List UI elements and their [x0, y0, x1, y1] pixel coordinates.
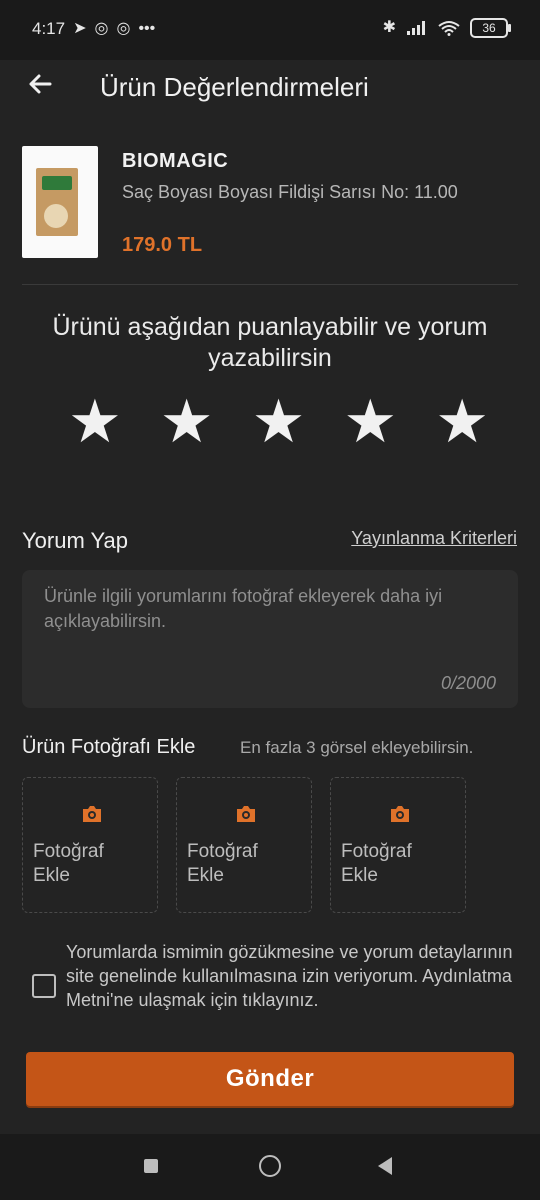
recent-apps-icon[interactable]: [144, 1159, 158, 1173]
camera-icon: [391, 806, 409, 822]
nav-back-icon[interactable]: [378, 1157, 392, 1175]
product-image: [22, 146, 98, 258]
home-icon[interactable]: [259, 1155, 281, 1177]
photo-slots: Fotoğraf Ekle Fotoğraf Ekle Fotoğraf Ekl…: [22, 777, 466, 913]
star-4-icon[interactable]: ★: [343, 392, 397, 452]
bluetooth-icon: ✱: [382, 19, 396, 36]
add-photo-button[interactable]: Fotoğraf Ekle: [330, 777, 466, 913]
camera-icon: [237, 806, 255, 822]
camera-icon: [83, 806, 101, 822]
wifi-icon: [438, 21, 460, 36]
telegram-icon: ➤: [73, 20, 87, 37]
review-placeholder: Ürünle ilgili yorumlarını fotoğraf ekley…: [44, 586, 443, 631]
review-heading: Yorum Yap: [22, 528, 129, 553]
add-photo-label: Fotoğraf Ekle: [33, 841, 104, 886]
publishing-criteria-link[interactable]: Yayınlanma Kriterleri: [351, 528, 517, 549]
status-right: ✱ 36: [382, 18, 511, 38]
more-dots-icon: •••: [138, 20, 156, 37]
consent-text[interactable]: Yorumlarda ismimin gözükmesine ve yorum …: [66, 940, 518, 1012]
status-left: 4:17 ➤ ◎ ◎ •••: [32, 19, 155, 39]
page-title: Ürün Değerlendirmeleri: [100, 72, 369, 102]
divider: [22, 284, 518, 285]
star-3-icon[interactable]: ★: [252, 392, 306, 452]
star-rating: ★ ★ ★ ★ ★: [68, 392, 489, 452]
add-photo-label: Fotoğraf Ekle: [187, 841, 258, 886]
back-arrow-icon[interactable]: [24, 68, 56, 100]
app-bar: Ürün Değerlendirmeleri: [0, 60, 540, 112]
battery-icon: 36: [470, 18, 511, 38]
add-photo-button[interactable]: Fotoğraf Ekle: [22, 777, 158, 913]
signal-icon: [407, 21, 425, 35]
star-2-icon[interactable]: ★: [160, 392, 214, 452]
battery-level: 36: [482, 21, 496, 35]
messenger-icon: ◎: [94, 20, 109, 37]
status-bar: 4:17 ➤ ◎ ◎ ••• ✱ 36: [0, 0, 540, 60]
product-price: 179.0 TL: [122, 234, 203, 256]
add-photo-button[interactable]: Fotoğraf Ekle: [176, 777, 312, 913]
messenger-icon: ◎: [116, 20, 131, 37]
product-name: Saç Boyası Boyası Fildişi Sarısı No: 11.…: [122, 182, 458, 202]
photo-heading: Ürün Fotoğrafı Ekle: [22, 736, 196, 758]
consent-row: Yorumlarda ismimin gözükmesine ve yorum …: [32, 940, 518, 1028]
consent-checkbox[interactable]: [32, 974, 56, 998]
system-nav-bar: [0, 1134, 540, 1200]
star-1-icon[interactable]: ★: [68, 392, 122, 452]
character-counter: 0/2000: [440, 673, 496, 693]
status-time: 4:17: [32, 19, 66, 38]
product-brand: BIOMAGIC: [122, 150, 229, 172]
add-photo-label: Fotoğraf Ekle: [341, 841, 412, 886]
submit-button[interactable]: Gönder: [26, 1052, 514, 1106]
product-card: BIOMAGIC Saç Boyası Boyası Fildişi Sarıs…: [22, 146, 518, 262]
rating-prompt: Ürünü aşağıdan puanlayabilir ve yorum ya…: [52, 313, 488, 372]
star-5-icon[interactable]: ★: [435, 392, 489, 452]
photo-limit-hint: En fazla 3 görsel ekleyebilirsin.: [240, 738, 474, 757]
review-textarea[interactable]: Ürünle ilgili yorumlarını fotoğraf ekley…: [22, 570, 518, 708]
